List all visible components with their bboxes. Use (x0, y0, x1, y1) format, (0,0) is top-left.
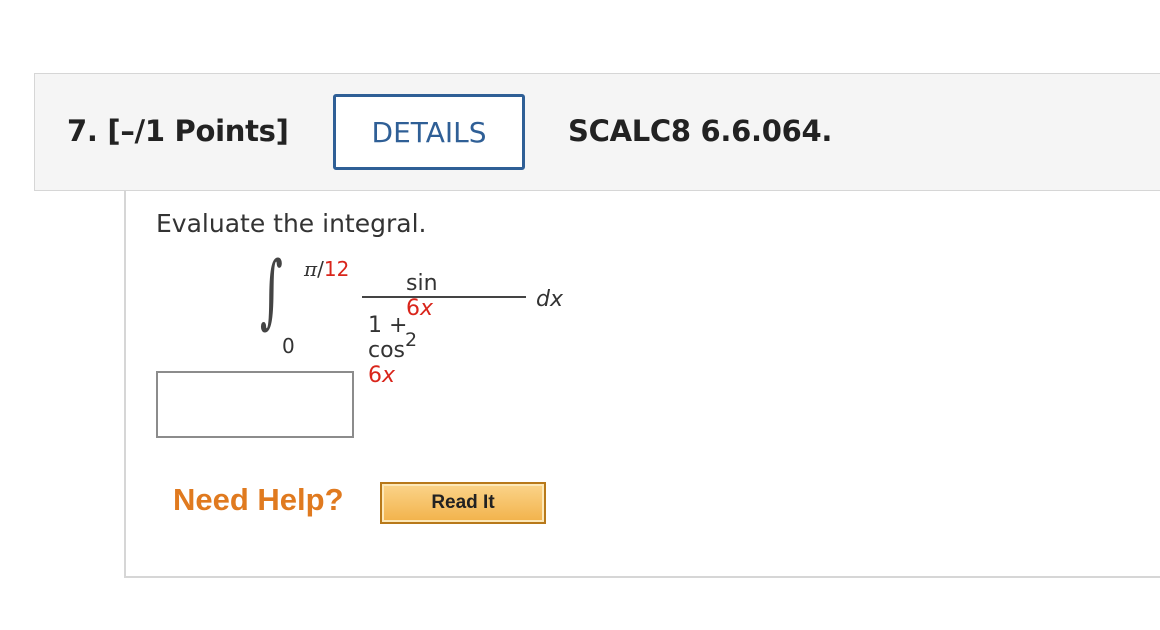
numerator-variable: x (420, 296, 434, 321)
denominator-base: 1 + cos (368, 313, 408, 363)
question-number: 7. (67, 114, 98, 148)
lower-limit: 0 (282, 334, 295, 358)
question-prompt: Evaluate the integral. (156, 209, 427, 238)
denominator-exponent: 2 (405, 329, 418, 351)
integral-sign-icon: ∫ (260, 244, 283, 337)
denominator-coefficient: 6 (368, 363, 382, 388)
pi-symbol: π (304, 257, 318, 281)
question-title: 7. [–/1 Points] (67, 114, 289, 148)
fraction-denominator: 1 + cos2 6x (368, 313, 417, 388)
limit-slash: / (317, 257, 324, 281)
problem-code: SCALC8 6.6.064. (568, 114, 833, 148)
question-header: 7. [–/1 Points] DETAILS SCALC8 6.6.064. (34, 73, 1160, 191)
need-help-label: Need Help? (173, 482, 344, 517)
denominator-variable: x (382, 363, 396, 388)
details-button[interactable]: DETAILS (333, 94, 525, 170)
upper-limit-value: 12 (323, 257, 350, 281)
question-body: Evaluate the integral. ∫ π/12 0 sin 6x 1… (124, 191, 1160, 578)
sin-function: sin (406, 271, 438, 296)
question-points: [–/1 Points] (107, 114, 289, 148)
read-it-button[interactable]: Read It (380, 482, 546, 524)
fraction-bar (362, 296, 526, 298)
answer-input[interactable] (156, 371, 354, 438)
differential: dx (536, 287, 563, 312)
upper-limit: π/12 (304, 257, 349, 281)
